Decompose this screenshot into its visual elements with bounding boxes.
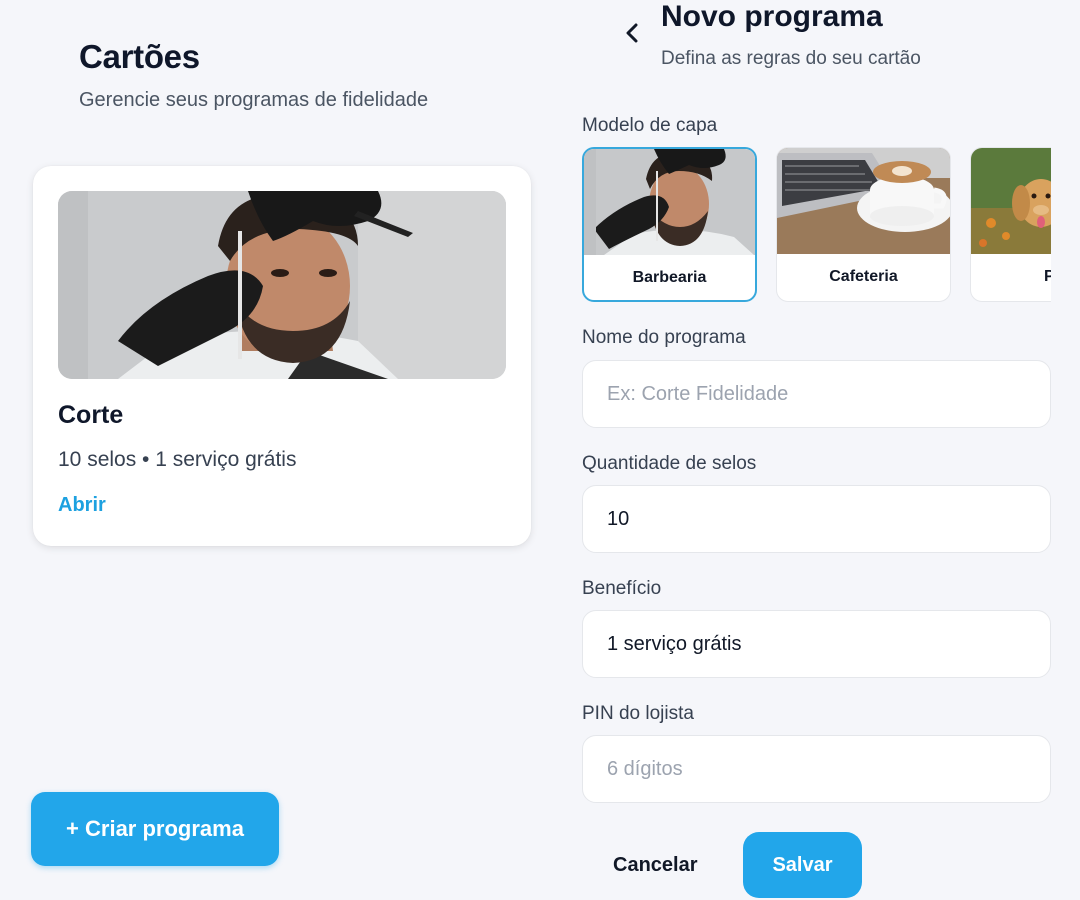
pin-input[interactable] <box>582 735 1051 803</box>
puppy-image <box>971 148 1051 254</box>
page-subtitle: Gerencie seus programas de fidelidade <box>79 89 429 111</box>
card-cover-image <box>58 191 506 379</box>
cover-option-label: Barbearia <box>632 269 707 286</box>
open-card-link[interactable]: Abrir <box>58 494 106 517</box>
coffee-image <box>777 148 950 254</box>
cover-carousel[interactable]: Barbearia Cafeteria <box>582 147 1051 303</box>
benefit-input[interactable] <box>582 610 1051 678</box>
card-meta: 10 selos • 1 serviço grátis <box>58 448 297 471</box>
program-name-label: Nome do programa <box>582 327 746 348</box>
card-title: Corte <box>58 401 124 429</box>
new-program-form: Novo programa Defina as regras do seu ca… <box>560 0 1080 900</box>
save-button[interactable]: Salvar <box>743 832 862 898</box>
program-card[interactable]: Corte 10 selos • 1 serviço grátis Abrir <box>33 166 531 546</box>
cancel-button[interactable]: Cancelar <box>613 854 698 877</box>
form-title: Novo programa <box>661 0 883 33</box>
cover-option-pet[interactable]: P <box>970 147 1051 302</box>
form-subtitle: Defina as regras do seu cartão <box>661 48 921 69</box>
cards-list-screen: Cartões Gerencie seus programas de fidel… <box>0 0 560 900</box>
cover-option-label: Cafeteria <box>829 268 898 285</box>
stamp-count-label: Quantidade de selos <box>582 453 757 474</box>
barbershop-image <box>584 149 755 255</box>
stamp-count-input[interactable] <box>582 485 1051 553</box>
cover-option-cafeteria[interactable]: Cafeteria <box>776 147 951 302</box>
cover-section-label: Modelo de capa <box>582 115 718 136</box>
cover-option-barbearia[interactable]: Barbearia <box>582 147 757 302</box>
create-program-button[interactable]: + Criar programa <box>31 792 279 866</box>
page-title: Cartões <box>79 38 200 75</box>
cover-option-label: P <box>1044 268 1051 286</box>
program-name-input[interactable] <box>582 360 1051 428</box>
pin-label: PIN do lojista <box>582 703 694 724</box>
chevron-left-icon[interactable] <box>618 18 646 48</box>
benefit-label: Benefício <box>582 578 662 599</box>
